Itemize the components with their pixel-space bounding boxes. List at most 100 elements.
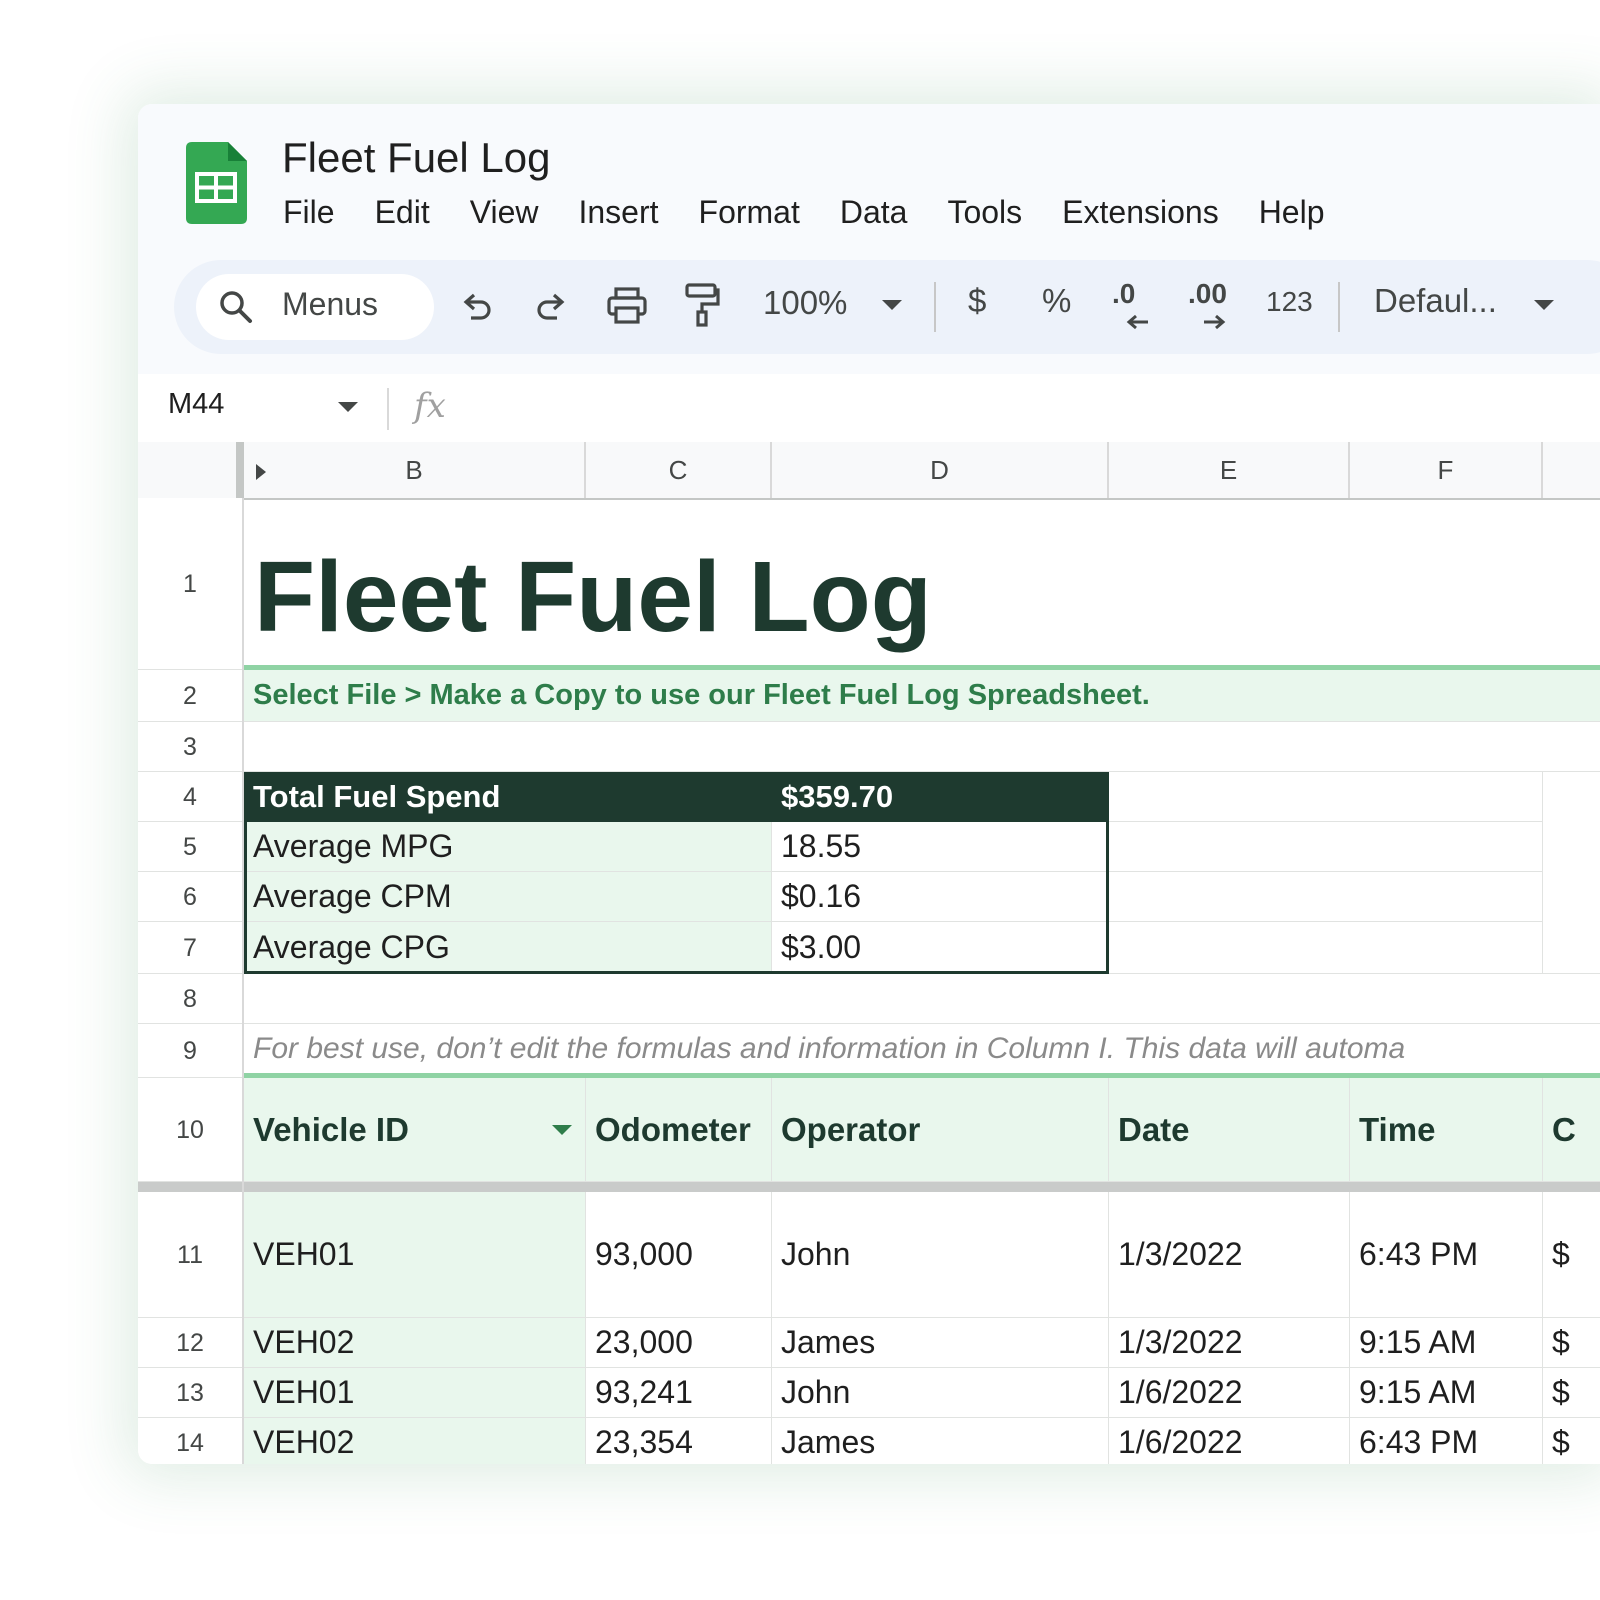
summary-label-average-cpg[interactable]: Average CPG: [244, 922, 772, 974]
cell-time[interactable]: 9:15 AM: [1350, 1368, 1543, 1418]
sheets-logo-icon[interactable]: [186, 142, 247, 224]
print-icon[interactable]: [606, 286, 648, 326]
header-odometer[interactable]: Odometer: [586, 1078, 772, 1182]
summary-label-average-mpg[interactable]: Average MPG: [244, 822, 772, 872]
frozen-rows-divider[interactable]: [138, 1182, 1600, 1192]
menu-help[interactable]: Help: [1259, 194, 1325, 231]
cell-operator[interactable]: John: [772, 1368, 1109, 1418]
menu-edit[interactable]: Edit: [375, 194, 430, 231]
column-header-f[interactable]: F: [1350, 442, 1543, 498]
name-box[interactable]: M44: [168, 388, 224, 421]
row-header-2[interactable]: 2: [138, 670, 242, 722]
frozen-divider[interactable]: [236, 442, 244, 498]
sheet-title[interactable]: Fleet Fuel Log: [244, 498, 1600, 670]
row-header-9[interactable]: 9: [138, 1024, 242, 1078]
currency-format-button[interactable]: $: [968, 282, 986, 320]
cell-vehicle-id[interactable]: VEH02: [244, 1318, 586, 1368]
name-box-chevron-down-icon[interactable]: [338, 402, 358, 414]
column-header-c[interactable]: C: [586, 442, 772, 498]
cell-time[interactable]: 6:43 PM: [1350, 1192, 1543, 1318]
menu-file[interactable]: File: [283, 194, 335, 231]
cell-vehicle-id[interactable]: VEH01: [244, 1192, 586, 1318]
decrease-decimal-button[interactable]: .0: [1112, 278, 1162, 336]
summary-value-average-cpg[interactable]: $3.00: [772, 922, 1109, 974]
document-title[interactable]: Fleet Fuel Log: [282, 134, 551, 182]
cell-vehicle-id[interactable]: VEH01: [244, 1368, 586, 1418]
undo-icon[interactable]: [458, 288, 494, 324]
header-vehicle-id[interactable]: Vehicle ID: [244, 1078, 586, 1182]
font-select[interactable]: Defaul...: [1374, 282, 1497, 320]
cell-operator[interactable]: James: [772, 1318, 1109, 1368]
percent-format-button[interactable]: %: [1042, 282, 1071, 320]
font-chevron-down-icon[interactable]: [1534, 300, 1554, 312]
empty-cell[interactable]: [1109, 772, 1543, 822]
row-header-1[interactable]: 1: [138, 498, 242, 670]
usage-note[interactable]: For best use, don’t edit the formulas an…: [244, 1024, 1600, 1078]
menu-insert[interactable]: Insert: [578, 194, 658, 231]
row-header-12[interactable]: 12: [138, 1318, 242, 1368]
cell-operator[interactable]: John: [772, 1192, 1109, 1318]
empty-cell[interactable]: [1109, 872, 1543, 922]
row-header-8[interactable]: 8: [138, 974, 242, 1024]
cell-odometer[interactable]: 23,354: [586, 1418, 772, 1464]
cell-cost[interactable]: $: [1543, 1368, 1600, 1418]
empty-cell[interactable]: [1543, 772, 1600, 974]
select-all-corner[interactable]: [138, 442, 237, 498]
row-header-5[interactable]: 5: [138, 822, 242, 872]
menu-bar: File Edit View Insert Format Data Tools …: [283, 194, 1365, 231]
cell-time[interactable]: 6:43 PM: [1350, 1418, 1543, 1464]
cell-cost[interactable]: $: [1543, 1318, 1600, 1368]
blank-row[interactable]: [244, 974, 1600, 1024]
menu-data[interactable]: Data: [840, 194, 908, 231]
menu-format[interactable]: Format: [699, 194, 800, 231]
header-operator[interactable]: Operator: [772, 1078, 1109, 1182]
summary-label-total-fuel-spend[interactable]: Total Fuel Spend: [244, 772, 772, 822]
row-header-4[interactable]: 4: [138, 772, 242, 822]
cell-cost[interactable]: $: [1543, 1418, 1600, 1464]
cell-vehicle-id[interactable]: VEH02: [244, 1418, 586, 1464]
cell-operator[interactable]: James: [772, 1418, 1109, 1464]
header-date[interactable]: Date: [1109, 1078, 1350, 1182]
row-header-3[interactable]: 3: [138, 722, 242, 772]
spreadsheet-window: Fleet Fuel Log File Edit View Insert For…: [138, 104, 1600, 1464]
menu-view[interactable]: View: [470, 194, 539, 231]
row-header-14[interactable]: 14: [138, 1418, 242, 1464]
summary-value-average-cpm[interactable]: $0.16: [772, 872, 1109, 922]
cell-date[interactable]: 1/6/2022: [1109, 1368, 1350, 1418]
search-menus-button[interactable]: Menus: [196, 274, 434, 340]
cell-date[interactable]: 1/6/2022: [1109, 1418, 1350, 1464]
blank-row[interactable]: [244, 722, 1600, 772]
zoom-select[interactable]: 100%: [763, 284, 847, 322]
cell-time[interactable]: 9:15 AM: [1350, 1318, 1543, 1368]
column-header-d[interactable]: D: [772, 442, 1109, 498]
row-header-11[interactable]: 11: [138, 1192, 242, 1318]
row-header-6[interactable]: 6: [138, 872, 242, 922]
row-header-13[interactable]: 13: [138, 1368, 242, 1418]
summary-label-average-cpm[interactable]: Average CPM: [244, 872, 772, 922]
instructions-banner[interactable]: Select File > Make a Copy to use our Fle…: [244, 670, 1600, 722]
menu-extensions[interactable]: Extensions: [1062, 194, 1219, 231]
cell-date[interactable]: 1/3/2022: [1109, 1318, 1350, 1368]
increase-decimal-button[interactable]: .00: [1188, 278, 1242, 336]
cell-date[interactable]: 1/3/2022: [1109, 1192, 1350, 1318]
header-cost[interactable]: C: [1543, 1078, 1600, 1182]
paint-format-icon[interactable]: [684, 282, 720, 328]
redo-icon[interactable]: [534, 288, 570, 324]
filter-dropdown-icon[interactable]: [552, 1125, 572, 1137]
empty-cell[interactable]: [1109, 822, 1543, 872]
cell-odometer[interactable]: 23,000: [586, 1318, 772, 1368]
cell-odometer[interactable]: 93,000: [586, 1192, 772, 1318]
row-header-7[interactable]: 7: [138, 922, 242, 974]
cell-odometer[interactable]: 93,241: [586, 1368, 772, 1418]
header-time[interactable]: Time: [1350, 1078, 1543, 1182]
cell-cost[interactable]: $: [1543, 1192, 1600, 1318]
summary-value-total-fuel-spend[interactable]: $359.70: [772, 772, 1109, 822]
summary-value-average-mpg[interactable]: 18.55: [772, 822, 1109, 872]
zoom-chevron-down-icon[interactable]: [882, 300, 902, 312]
column-header-b[interactable]: B: [244, 442, 586, 498]
empty-cell[interactable]: [1109, 922, 1543, 974]
column-header-e[interactable]: E: [1109, 442, 1350, 498]
number-format-button[interactable]: 123: [1266, 286, 1313, 318]
row-header-10[interactable]: 10: [138, 1078, 242, 1182]
menu-tools[interactable]: Tools: [947, 194, 1022, 231]
